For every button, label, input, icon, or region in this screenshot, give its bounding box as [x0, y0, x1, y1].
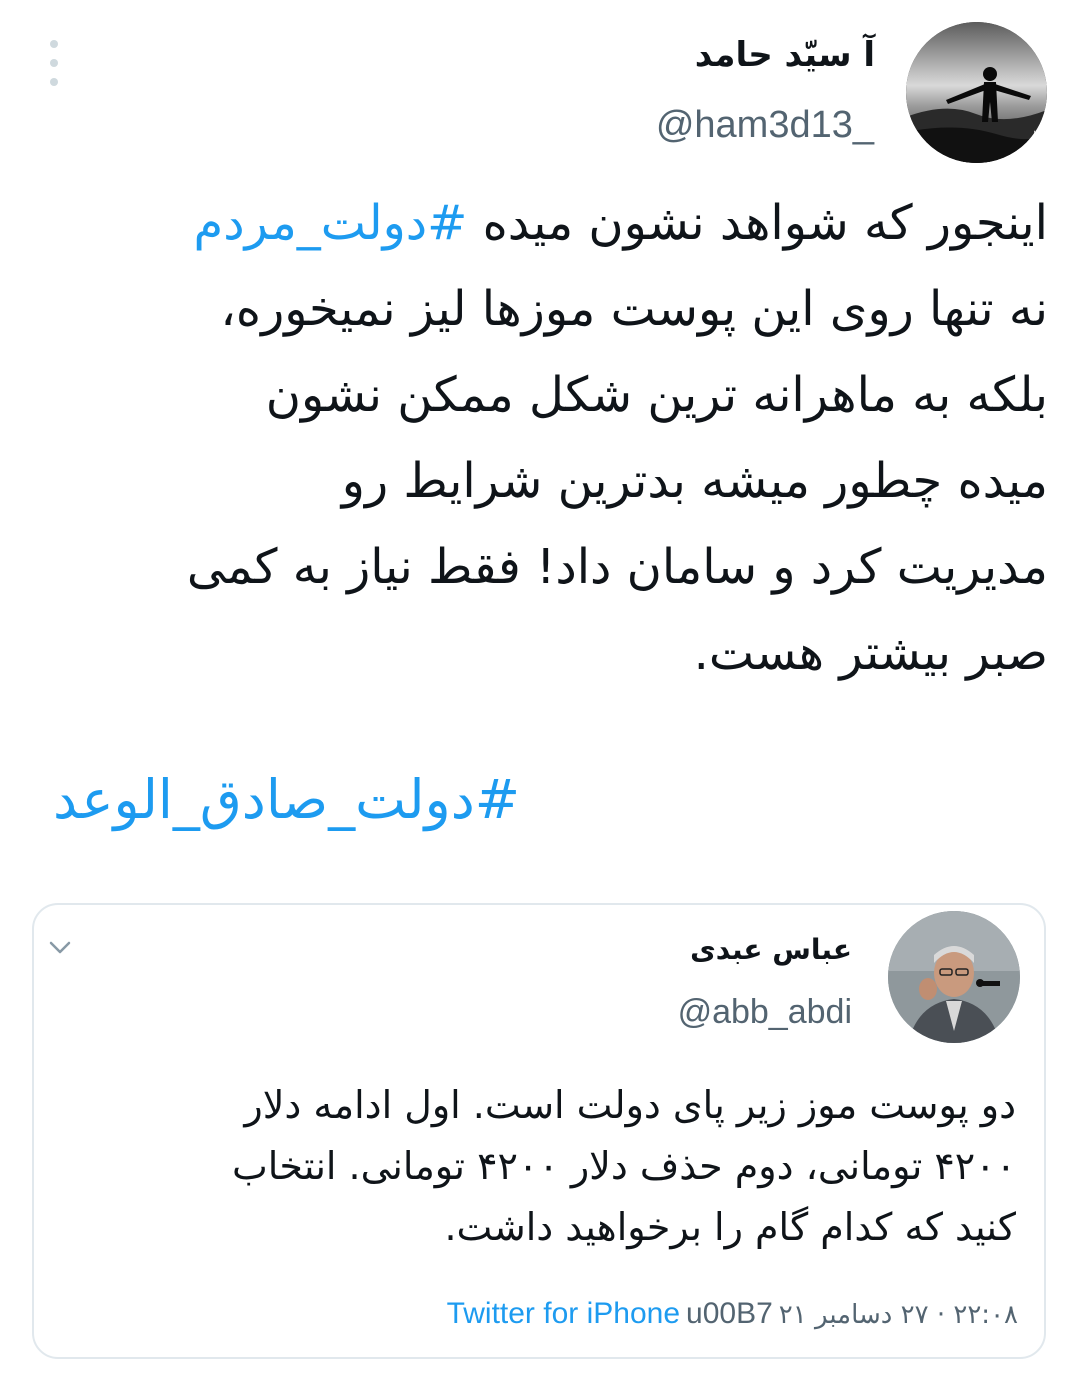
author-handle[interactable]: @ham3d13_	[656, 104, 874, 147]
quoted-avatar-image	[888, 911, 1020, 1043]
meta-separator: u00B7	[686, 1297, 773, 1330]
quoted-tweet-card[interactable]: عباس عبدی @abb_abdi دو پوست موز زیر پای …	[32, 903, 1046, 1359]
hashtag-link[interactable]: #دولت_صادق_الوعد	[53, 768, 520, 831]
more-options-icon[interactable]	[40, 40, 68, 86]
quoted-tweet-text: دو پوست موز زیر پای دولت است. اول ادامه …	[76, 1075, 1016, 1258]
quoted-author-name[interactable]: عباس عبدی	[690, 933, 852, 966]
tweet-timestamp[interactable]: ۲۲:۰۸ · ۲۷ دسامبر ۲۱	[779, 1300, 1018, 1330]
tweet-line-5: مدیریت کرد و سامان داد! فقط نیاز به کمی	[186, 539, 1048, 595]
author-name[interactable]: آ سیّد حامد	[695, 35, 875, 75]
inline-hashtag[interactable]: #دولت_مردم	[194, 195, 468, 251]
quoted-line-1: دو پوست موز زیر پای دولت است. اول ادامه …	[244, 1083, 1016, 1127]
chevron-down-icon[interactable]	[48, 935, 72, 959]
avatar-watermark: 598 k	[1031, 130, 1041, 156]
tweet-line-2: نه تنها روی این پوست موزها لیز نمیخوره،	[220, 281, 1048, 337]
tweet-line-1: اینجور که شواهد نشون میده #دولت_مردم	[30, 180, 1048, 266]
tweet-line-3: بلکه به ماهرانه ترین شکل ممکن نشون	[265, 367, 1048, 423]
tweet-source-link[interactable]: Twitter for iPhone	[447, 1297, 680, 1331]
avatar-image: 598 k	[906, 22, 1047, 163]
tweet-text: اینجور که شواهد نشون میده #دولت_مردم نه …	[30, 180, 1048, 696]
quoted-line-3: کنید که کدام گام را برخواهید داشت.	[444, 1205, 1016, 1249]
quoted-tweet-meta: Twitter for iPhone u00B7 ۲۲:۰۸ · ۲۷ دسام…	[447, 1297, 1018, 1331]
quoted-line-2: ۴۲۰۰ تومانی، دوم حذف دلار ۴۲۰۰ تومانی. ا…	[231, 1144, 1016, 1188]
quoted-author-avatar[interactable]	[888, 911, 1020, 1043]
author-avatar[interactable]: 598 k	[906, 22, 1047, 163]
tweet-line-4: میده چطور میشه بدترین شرایط رو	[341, 453, 1048, 509]
quoted-author-handle[interactable]: @abb_abdi	[678, 993, 852, 1032]
tweet-line-6: صبر بیشتر هست.	[693, 625, 1048, 681]
tweet-line-1-text: اینجور که شواهد نشون میده	[482, 195, 1048, 251]
